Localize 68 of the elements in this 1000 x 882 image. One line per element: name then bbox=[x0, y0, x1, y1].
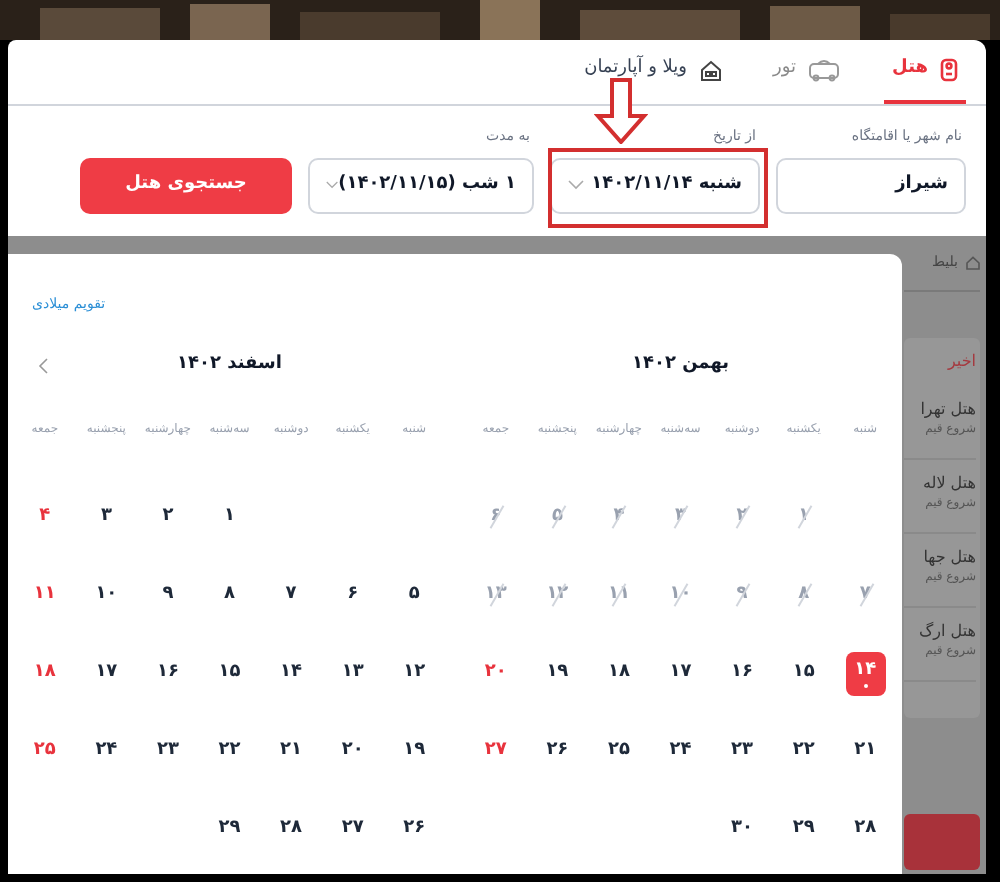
calendar-day[interactable]: ۲۶ bbox=[394, 807, 435, 851]
calendar-day[interactable]: ۱۲ bbox=[394, 651, 435, 695]
calendar-day[interactable]: ۱۸ bbox=[598, 651, 639, 695]
calendar-day[interactable]: ۲۸ bbox=[271, 807, 312, 851]
annotation-arrow bbox=[594, 77, 648, 143]
calendar-day[interactable]: ۲۸ bbox=[845, 807, 886, 851]
calendar-day[interactable]: ۱۳ bbox=[332, 651, 373, 695]
calendar-day[interactable]: ۲۲ bbox=[209, 729, 250, 773]
calendar-day[interactable]: ۲۹ bbox=[783, 807, 824, 851]
calendar-day[interactable]: ۱ bbox=[209, 495, 250, 539]
calendar-day[interactable]: ۲۱ bbox=[845, 729, 886, 773]
building-icon bbox=[940, 58, 958, 82]
hotel-name[interactable]: هتل ارگ bbox=[904, 620, 976, 642]
bus-icon bbox=[808, 58, 841, 82]
calendar-day[interactable]: ۲۵ bbox=[24, 729, 65, 773]
calendar-day[interactable]: ۷ bbox=[271, 573, 312, 617]
hotel-name[interactable]: هتل لاله bbox=[904, 472, 976, 494]
calendar-day[interactable]: ۲۳ bbox=[147, 729, 188, 773]
calendar-day[interactable]: ۳۰ bbox=[722, 807, 763, 851]
calendar-day[interactable]: ۲۵ bbox=[598, 729, 639, 773]
calendar-day[interactable]: ۲۴ bbox=[86, 729, 127, 773]
calendar-day[interactable]: ۲۳ bbox=[722, 729, 763, 773]
calendar-day[interactable]: ۱۸ bbox=[24, 651, 65, 695]
house-icon bbox=[699, 59, 722, 81]
select-field[interactable]: ۱ شب (۱۴۰۲/۱۱/۱۵) bbox=[308, 157, 534, 213]
calendar-day[interactable]: ۲۷ bbox=[475, 729, 516, 773]
calendar-day[interactable]: ۱۱ bbox=[24, 573, 65, 617]
calendar-day[interactable]: ۲۱ bbox=[271, 729, 312, 773]
chevron-down-icon bbox=[568, 180, 584, 190]
calendar-day[interactable]: ۳ bbox=[86, 495, 127, 539]
chevron-left-icon[interactable] bbox=[38, 358, 48, 374]
calendar-day[interactable]: ۲۹ bbox=[209, 807, 250, 851]
calendar-day[interactable]: ۲۰ bbox=[475, 651, 516, 695]
home-icon[interactable] bbox=[966, 256, 980, 270]
calendar-day[interactable]: ۲۷ bbox=[332, 807, 373, 851]
calendar-day[interactable]: ۸ bbox=[209, 573, 250, 617]
banner-panel bbox=[904, 814, 980, 870]
calendar-day[interactable]: ۱۷ bbox=[660, 651, 701, 695]
calendar-day[interactable]: ۵ bbox=[394, 573, 435, 617]
calendar-day[interactable]: ۲۰ bbox=[332, 729, 373, 773]
search-button[interactable]: جستجوی هتل bbox=[80, 157, 292, 213]
calendar-day[interactable]: ۱۴ bbox=[271, 651, 312, 695]
month-title: بهمن ۱۴۰۲ bbox=[631, 352, 730, 379]
section-title: اخیر bbox=[945, 350, 976, 374]
calendar-day[interactable]: ۱۷ bbox=[86, 651, 127, 695]
calendar-day[interactable]: ۱۶ bbox=[147, 651, 188, 695]
calendar-day[interactable]: ۱۵ bbox=[783, 651, 824, 695]
calendar-day[interactable]: ۲۶ bbox=[537, 729, 578, 773]
hotel-name[interactable]: هتل تهرا bbox=[904, 398, 976, 420]
input-field[interactable]: شیراز bbox=[776, 157, 966, 213]
chevron-down-icon bbox=[326, 180, 339, 190]
calendar-day[interactable]: ۱۹ bbox=[394, 729, 435, 773]
calendar-day[interactable]: ۶ bbox=[332, 573, 373, 617]
calendar-day[interactable]: ۲۲ bbox=[783, 729, 824, 773]
calendar-day[interactable]: ۱۴ bbox=[845, 651, 886, 695]
calendar-day[interactable]: ۱۵ bbox=[209, 651, 250, 695]
calendar-day[interactable]: ۱۶ bbox=[722, 651, 763, 695]
tab[interactable]: ویلا و آپارتمان bbox=[576, 40, 730, 104]
calendar-day[interactable]: ۱۰ bbox=[86, 573, 127, 617]
calendar-day[interactable]: ۱۹ bbox=[537, 651, 578, 695]
hotel-name[interactable]: هتل جها bbox=[904, 546, 976, 568]
calendar-day[interactable]: ۴ bbox=[24, 495, 65, 539]
calendar-day[interactable]: ۹ bbox=[147, 573, 188, 617]
calendar-day[interactable]: ۲ bbox=[147, 495, 188, 539]
select-field[interactable]: شنبه ۱۴۰۲/۱۱/۱۴ bbox=[550, 157, 760, 213]
month-title: اسفند ۱۴۰۲ bbox=[177, 352, 282, 379]
tab[interactable]: هتل bbox=[884, 40, 966, 104]
calendar-day[interactable]: ۲۴ bbox=[660, 729, 701, 773]
